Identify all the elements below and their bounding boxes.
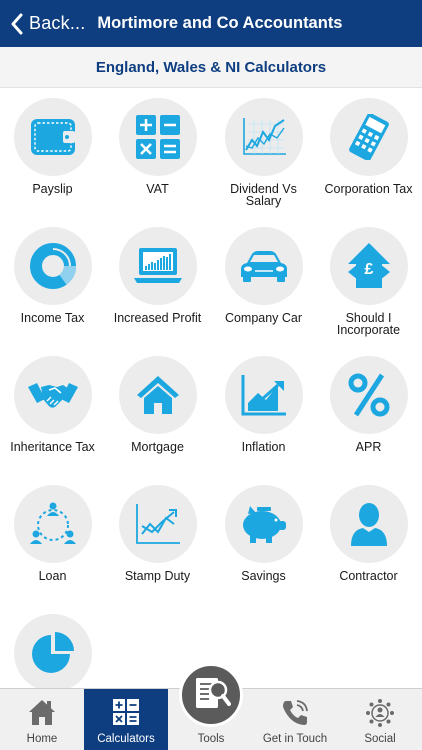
calculator-label: Mortgage: [131, 440, 184, 454]
calculator-label: Increased Profit: [113, 311, 202, 325]
piggy-bank-icon: [225, 485, 303, 563]
tools-button[interactable]: [179, 663, 243, 727]
calculator-inflation[interactable]: Inflation: [211, 346, 316, 466]
tab-label: Calculators: [97, 733, 155, 745]
calculator-label: Loan: [38, 569, 67, 583]
calculator-stamp-duty[interactable]: Stamp Duty: [105, 475, 210, 595]
calculator-increased-profit[interactable]: Increased Profit: [105, 217, 210, 337]
calculator-label: Income Tax: [20, 311, 85, 325]
donut-chart-icon: [14, 227, 92, 305]
home-icon: [0, 698, 84, 730]
calculator-label: Savings: [241, 569, 286, 583]
calculator-grid: Payslip VAT Dividend Vs Salary Corporati…: [0, 88, 422, 688]
calculator-icon: [330, 98, 408, 176]
calculator-mortgage[interactable]: Mortgage: [105, 346, 210, 466]
section-header: England, Wales & NI Calculators: [0, 47, 422, 88]
section-title: England, Wales & NI Calculators: [95, 58, 327, 76]
tab-social[interactable]: Social: [338, 689, 422, 750]
calculator-contractor[interactable]: Contractor: [316, 475, 421, 595]
calculator-corporation-tax[interactable]: Corporation Tax: [316, 88, 421, 208]
house-icon: [119, 356, 197, 434]
document-search-icon: [191, 674, 231, 717]
laptop-chart-icon: [119, 227, 197, 305]
rising-chart-icon: [225, 356, 303, 434]
calculator-dividend-vs-salary[interactable]: Dividend Vs Salary: [211, 88, 316, 208]
page-title: Mortimore and Co Accountants: [97, 14, 343, 32]
handshake-icon: [14, 356, 92, 434]
calculator-label: Stamp Duty: [124, 569, 191, 583]
tab-home[interactable]: Home: [0, 689, 84, 750]
chevron-left-icon: [10, 13, 23, 35]
calculator-label: Dividend Vs Salary: [230, 182, 297, 208]
calculator-label: Corporation Tax: [324, 182, 413, 196]
svg-text:£: £: [365, 261, 374, 278]
calculator-company-car[interactable]: Company Car: [211, 217, 316, 337]
calculator-inheritance-tax[interactable]: Inheritance Tax: [0, 346, 105, 466]
calculator-label: Contractor: [339, 569, 398, 583]
calculator-vat[interactable]: VAT: [105, 88, 210, 208]
tab-label: Get in Touch: [262, 733, 328, 745]
calculator-label: APR: [355, 440, 382, 454]
calculator-apr[interactable]: APR: [316, 346, 421, 466]
house-pound-icon: £: [330, 227, 408, 305]
social-network-icon: [338, 698, 422, 730]
calculator-label: Inheritance Tax: [10, 440, 95, 454]
back-label: Back...: [29, 13, 86, 33]
calculator-tab-icon: [84, 698, 168, 730]
calculator-savings[interactable]: Savings: [211, 475, 316, 595]
line-graph-icon: [225, 98, 303, 176]
tab-label: Social: [364, 733, 396, 745]
tab-get-in-touch[interactable]: Get in Touch: [253, 689, 337, 750]
calculator-income-tax[interactable]: Income Tax: [0, 217, 105, 337]
car-icon: [225, 227, 303, 305]
calculator-keys-icon: [119, 98, 197, 176]
tab-calculators[interactable]: Calculators: [84, 689, 168, 750]
trend-chart-icon: [119, 485, 197, 563]
calculator-loan[interactable]: Loan: [0, 475, 105, 595]
calculator-label: Payslip: [32, 182, 73, 196]
back-button[interactable]: Back...: [0, 0, 85, 47]
tab-label: Home: [26, 733, 58, 745]
pie-chart-icon: [14, 614, 92, 688]
calculator-label: VAT: [146, 182, 169, 196]
calculator-label: Company Car: [224, 311, 303, 325]
percent-icon: [330, 356, 408, 434]
calculator-label: Should I Incorporate: [336, 311, 401, 337]
phone-icon: [253, 698, 337, 730]
people-network-icon: [14, 485, 92, 563]
calculator-pie-chart[interactable]: [0, 604, 105, 688]
calculator-label: Inflation: [241, 440, 286, 454]
wallet-icon: [14, 98, 92, 176]
person-icon: [330, 485, 408, 563]
tab-label: Tools: [197, 733, 225, 745]
calculator-should-i-incorporate[interactable]: £ Should I Incorporate: [316, 217, 421, 337]
navigation-bar: Back... Mortimore and Co Accountants: [0, 0, 422, 47]
calculator-payslip[interactable]: Payslip: [0, 88, 105, 208]
